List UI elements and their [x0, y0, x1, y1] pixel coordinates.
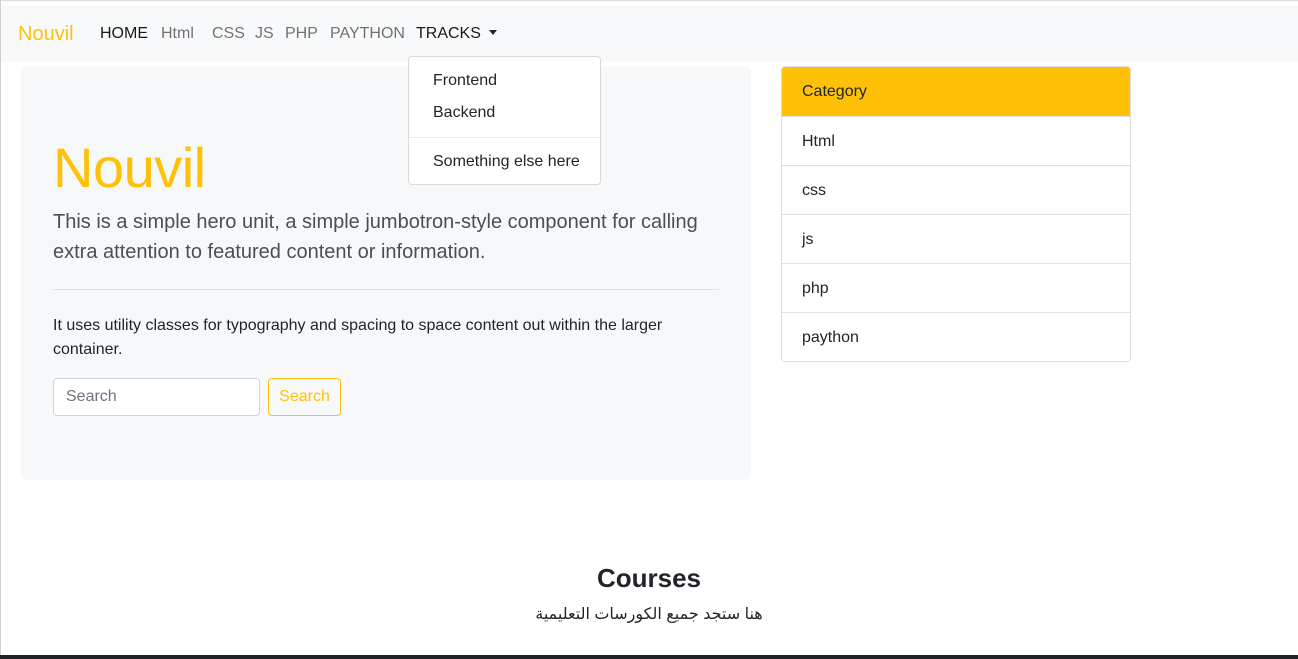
nav-css[interactable]: CSS — [212, 25, 245, 43]
nav-tracks-toggle[interactable]: TRACKS — [416, 25, 497, 43]
hero-jumbotron: Nouvil This is a simple hero unit, a sim… — [21, 67, 751, 480]
search-button[interactable]: Search — [268, 378, 341, 416]
courses-subtitle: هنا ستجد جميع الكورسات التعليمية — [535, 606, 763, 623]
dropdown-item-backend[interactable]: Backend — [433, 104, 495, 122]
nav-js[interactable]: JS — [255, 25, 274, 43]
nav-paython[interactable]: PAYTHON — [330, 25, 405, 43]
dropdown-item-frontend[interactable]: Frontend — [433, 72, 497, 90]
nav-tracks-label: TRACKS — [416, 25, 481, 42]
nav-home[interactable]: HOME — [100, 25, 148, 43]
tracks-dropdown-menu: Frontend Backend Something else here — [408, 56, 601, 185]
brand-logo[interactable]: Nouvil — [18, 23, 74, 46]
caret-down-icon — [488, 30, 497, 35]
hero-paragraph: It uses utility classes for typography a… — [53, 317, 663, 358]
hero-divider — [53, 289, 719, 290]
nav-php[interactable]: PHP — [285, 25, 318, 43]
dropdown-item-something-else[interactable]: Something else here — [433, 153, 580, 171]
category-item-css[interactable]: css — [782, 165, 1130, 214]
dropdown-divider — [409, 137, 600, 138]
category-item-php[interactable]: php — [782, 263, 1130, 312]
hero-title: Nouvil — [53, 136, 206, 199]
window-left-edge — [0, 0, 1, 659]
courses-title: Courses — [596, 563, 702, 593]
bottom-edge — [0, 655, 1298, 659]
category-list: Category Html css js php paython — [781, 66, 1131, 362]
category-header: Category — [782, 67, 1130, 116]
nav-html[interactable]: Html — [161, 25, 194, 43]
category-item-html[interactable]: Html — [782, 116, 1130, 165]
search-input[interactable] — [53, 378, 260, 416]
navbar: Nouvil HOME Html CSS JS PHP PAYTHON TRAC… — [1, 6, 1298, 62]
category-item-js[interactable]: js — [782, 214, 1130, 263]
window-top-edge — [0, 0, 1298, 1]
category-item-paython[interactable]: paython — [782, 312, 1130, 361]
hero-lead: This is a simple hero unit, a simple jum… — [53, 211, 698, 263]
